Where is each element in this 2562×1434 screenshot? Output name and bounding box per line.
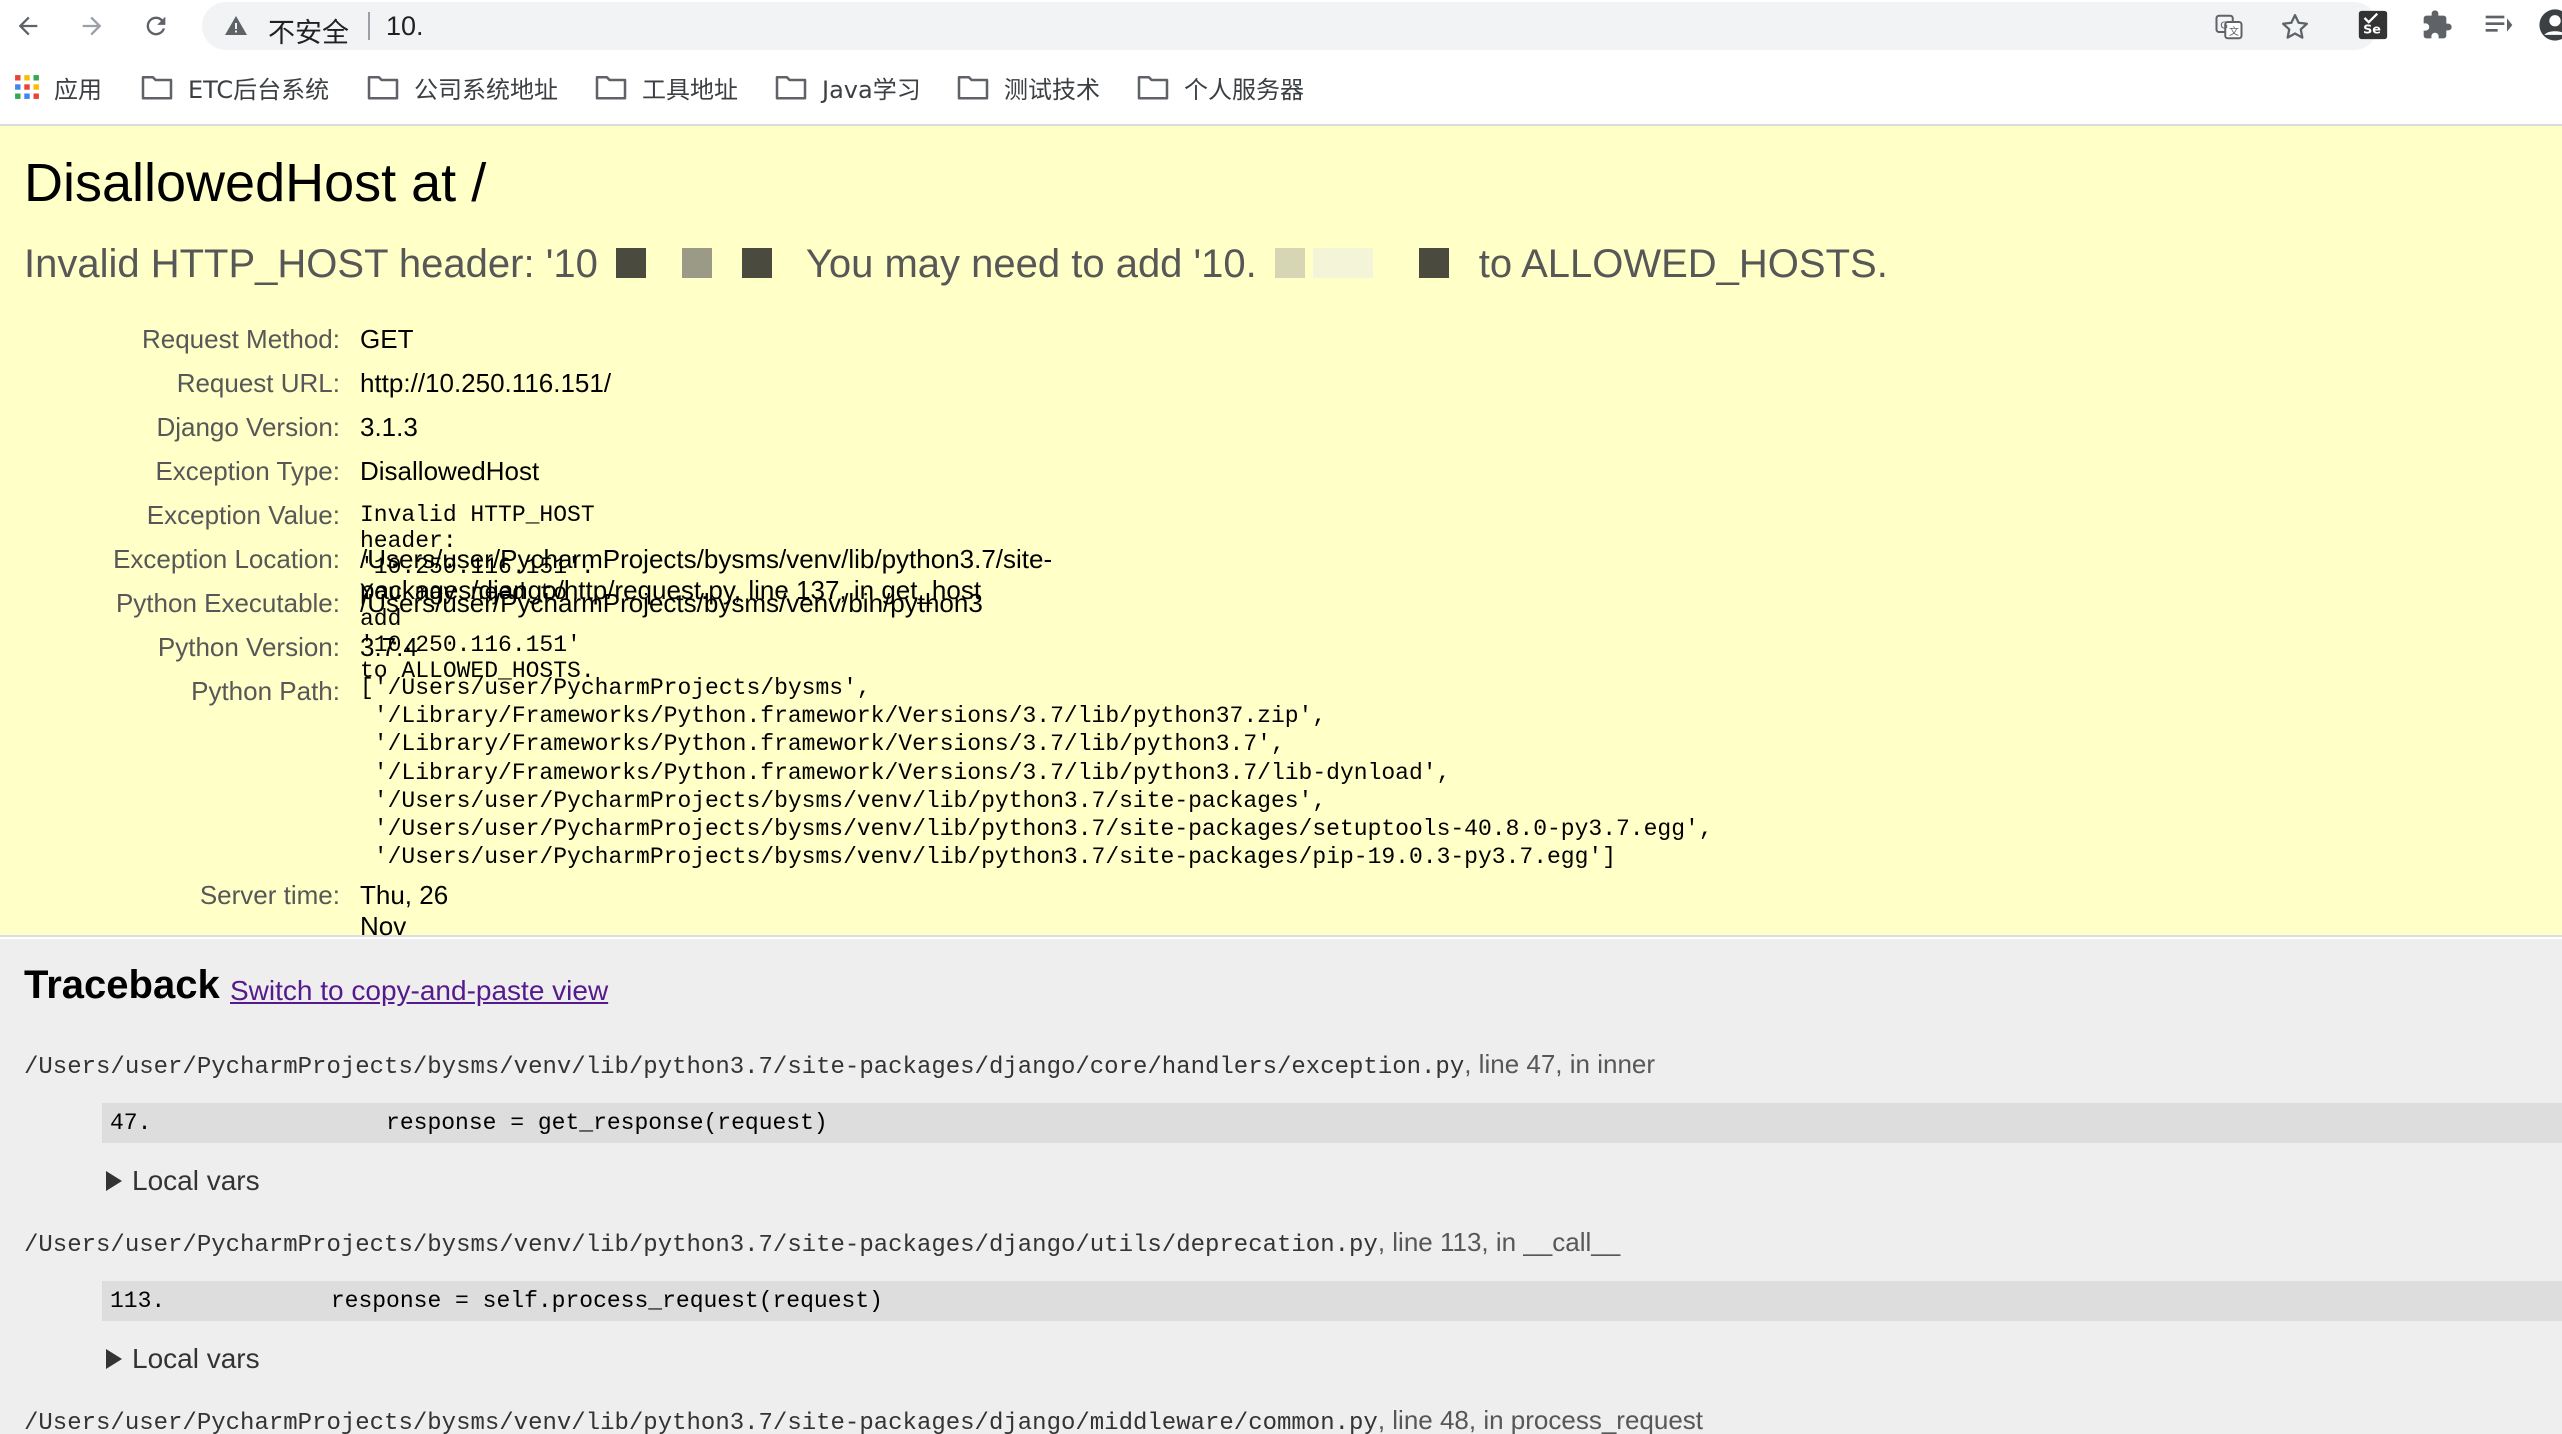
error-subtitle: Invalid HTTP_HOST header: '10 You may nee… [24, 242, 1888, 287]
bookmark-label: 个人服务器 [1184, 75, 1304, 104]
bookmarks-bar: 应用 ETC后台系统 公司系统地址 工具地址 Java学习 测试技术 个人服务器 [0, 60, 2562, 114]
local-vars-label: Local vars [132, 1343, 260, 1374]
frame-location: , line 113, in __call__ [1377, 1227, 1621, 1257]
url-text[interactable]: 10. [386, 11, 424, 42]
forward-button[interactable] [72, 6, 112, 46]
subtitle-part-1: Invalid HTTP_HOST header: '10 [24, 242, 598, 286]
meta-label: Django Version: [156, 412, 340, 442]
reload-button[interactable] [136, 6, 176, 46]
context-line[interactable]: 113. response = self.process_request(req… [102, 1281, 2562, 1321]
reload-icon [146, 16, 166, 36]
meta-label: Request URL: [176, 368, 340, 398]
meta-label: Request Method: [141, 324, 340, 354]
svg-text:文: 文 [2229, 25, 2239, 38]
address-bar[interactable]: 不安全 10. G文 [202, 2, 2378, 50]
not-secure-label[interactable]: 不安全 [268, 11, 349, 50]
star-icon [2282, 14, 2308, 39]
folder-icon [367, 75, 399, 100]
apps-grid-icon [15, 75, 39, 99]
bookmark-label: 应用 [54, 75, 102, 104]
frame-location: , line 47, in inner [1464, 1049, 1656, 1079]
context-line[interactable]: 47. response = get_response(request) [102, 1103, 2562, 1143]
frame-path: /Users/user/PycharmProjects/bysms/venv/l… [24, 1232, 1378, 1259]
subtitle-part-3: to ALLOWED_HOSTS. [1478, 242, 1888, 286]
redaction-blocks [1274, 248, 1449, 278]
folder-icon [957, 75, 989, 100]
bookmark-tools[interactable]: 工具地址 [594, 70, 738, 104]
traceback-title: Traceback [24, 963, 220, 1007]
folder-icon [775, 75, 807, 100]
reading-list-button[interactable] [2480, 6, 2518, 44]
error-summary: DisallowedHost at / Invalid HTTP_HOST he… [0, 126, 2562, 1034]
bookmark-apps[interactable]: 应用 [14, 70, 102, 104]
selenium-ide-icon: Se [2358, 10, 2388, 40]
bookmark-java[interactable]: Java学习 [774, 70, 921, 104]
meta-value: DisallowedHost [360, 456, 540, 486]
translate-icon: G文 [2215, 14, 2243, 40]
python-path-value: ['/Users/user/PycharmProjects/bysms', '/… [360, 675, 1713, 871]
bookmark-label: 公司系统地址 [414, 75, 558, 104]
meta-label: Exception Location: [113, 544, 340, 574]
local-vars-toggle[interactable]: Local vars [104, 1165, 260, 1197]
meta-label: Python Version: [157, 632, 340, 662]
reading-list-icon [2485, 15, 2513, 32]
avatar-icon [2539, 9, 2562, 41]
bookmark-star-button[interactable] [2278, 10, 2312, 44]
traceback-section: Traceback Switch to copy-and-paste view … [0, 939, 2562, 1434]
meta-value: /Users/user/PycharmProjects/bysms/venv/b… [360, 588, 983, 618]
page-title: DisallowedHost at / [24, 153, 487, 213]
warning-icon[interactable] [224, 14, 248, 38]
profile-button[interactable] [2536, 6, 2562, 44]
selenium-extension-button[interactable]: Se [2354, 6, 2392, 44]
local-vars-toggle[interactable]: Local vars [104, 1343, 260, 1375]
folder-icon [141, 75, 173, 100]
meta-label: Python Path: [191, 676, 340, 706]
translate-button[interactable]: G文 [2212, 10, 2246, 44]
forward-arrow-icon [82, 16, 102, 36]
local-vars-label: Local vars [132, 1165, 260, 1196]
meta-value: 3.7.4 [360, 632, 418, 662]
folder-icon [595, 75, 627, 100]
redaction-blocks [615, 248, 772, 278]
frame-path: /Users/user/PycharmProjects/bysms/venv/l… [24, 1054, 1465, 1081]
meta-label: Exception Value: [146, 500, 340, 530]
meta-label: Exception Type: [155, 456, 340, 486]
back-arrow-icon [18, 16, 38, 36]
meta-value: 3.1.3 [360, 412, 418, 442]
extensions-button[interactable] [2418, 6, 2456, 44]
subtitle-part-2: You may need to add '10. [805, 242, 1257, 286]
triangle-right-icon [106, 1349, 122, 1369]
browser-toolbar: 不安全 10. G文 Se [0, 0, 2562, 50]
meta-value: GET [360, 324, 414, 354]
frame-file: /Users/user/PycharmProjects/bysms/venv/l… [24, 1049, 1655, 1081]
bookmark-label: Java学习 [822, 75, 921, 104]
bookmark-company[interactable]: 公司系统地址 [366, 70, 558, 104]
bookmark-server[interactable]: 个人服务器 [1136, 70, 1304, 104]
svg-text:G: G [2220, 20, 2228, 31]
frame-file: /Users/user/PycharmProjects/bysms/venv/l… [24, 1227, 1620, 1259]
back-button[interactable] [8, 6, 48, 46]
meta-label: Server time: [199, 880, 340, 910]
bookmark-label: 工具地址 [642, 75, 738, 104]
meta-value: http://10.250.116.151/ [360, 368, 612, 398]
meta-label: Python Executable: [115, 588, 340, 618]
frame-location: , line 48, in process_request [1377, 1405, 1704, 1434]
triangle-right-icon [106, 1171, 122, 1191]
switch-view-link[interactable]: Switch to copy-and-paste view [230, 975, 608, 1007]
bookmark-etc[interactable]: ETC后台系统 [140, 70, 329, 104]
frame-file: /Users/user/PycharmProjects/bysms/venv/l… [24, 1405, 1703, 1434]
frame-path: /Users/user/PycharmProjects/bysms/venv/l… [24, 1410, 1378, 1434]
puzzle-icon [2423, 10, 2452, 39]
svg-text:Se: Se [2363, 23, 2381, 38]
bookmark-label: 测试技术 [1004, 75, 1100, 104]
bookmark-label: ETC后台系统 [188, 75, 330, 104]
bookmark-testing[interactable]: 测试技术 [956, 70, 1100, 104]
address-divider [368, 12, 370, 40]
folder-icon [1137, 75, 1169, 100]
